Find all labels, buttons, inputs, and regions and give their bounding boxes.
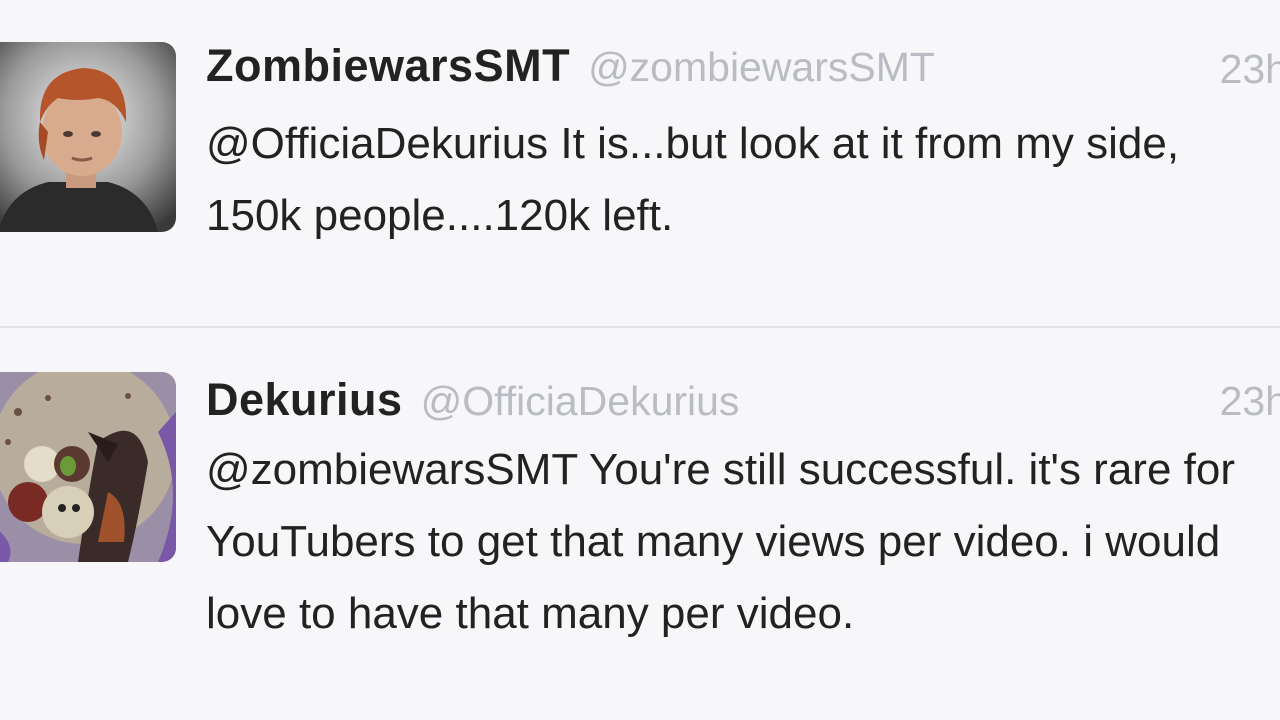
avatar[interactable] (0, 372, 176, 562)
tweet-timestamp[interactable]: 23h (1220, 46, 1280, 93)
avatar-cartoon-boy-icon (0, 42, 176, 232)
tweet-item[interactable]: Dekurius @OfficiaDekurius 23h @zombiewars… (0, 330, 1280, 720)
tweet-header: Dekurius @OfficiaDekurius (206, 374, 739, 430)
tweet-header: ZombiewarsSMT @zombiewarsSMT (206, 40, 935, 96)
display-name[interactable]: Dekurius (206, 374, 403, 425)
tweet-text: @zombiewarsSMT You're still successful. … (206, 445, 1235, 638)
avatar[interactable] (0, 42, 176, 232)
tweet-item[interactable]: ZombiewarsSMT @zombiewarsSMT 23h @Officia… (0, 0, 1280, 328)
avatar-cartoon-group-icon (0, 372, 176, 562)
display-name[interactable]: ZombiewarsSMT (206, 40, 570, 91)
tweet-text: @OfficiaDekurius It is...but look at it … (206, 119, 1180, 240)
tweet-timestamp[interactable]: 23h (1220, 378, 1280, 425)
tweet-divider (0, 326, 1280, 328)
user-handle[interactable]: @zombiewarsSMT (588, 44, 935, 90)
user-handle[interactable]: @OfficiaDekurius (421, 378, 740, 424)
tweet-timeline: ZombiewarsSMT @zombiewarsSMT 23h @Officia… (0, 0, 1280, 720)
